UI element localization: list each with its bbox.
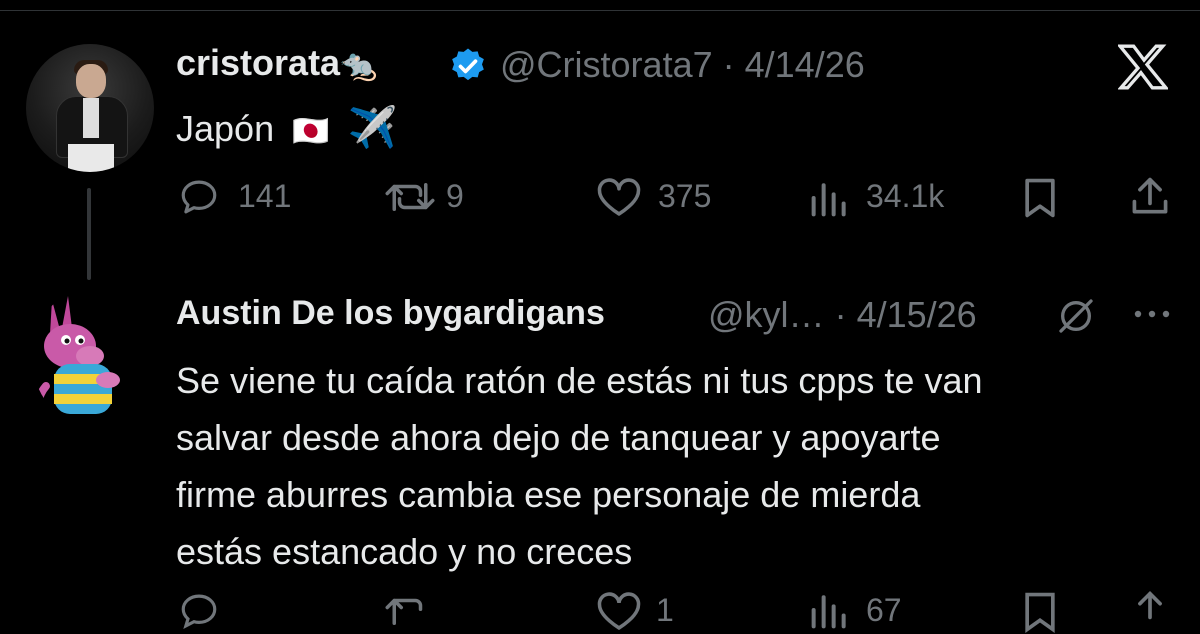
reply-text-line: firme aburres cambia ese personaje de mi… [176, 474, 921, 515]
share-icon[interactable] [1128, 588, 1172, 634]
views-icon[interactable] [808, 590, 852, 630]
share-icon[interactable] [1128, 174, 1172, 220]
thread-line [87, 188, 91, 280]
reply-text-line: estás estancado y no creces [176, 531, 633, 572]
reply-date[interactable]: 4/15/26 [857, 294, 977, 335]
flag-emoji: 🇯🇵 [292, 115, 330, 148]
views-count: 34.1k [866, 178, 945, 214]
reply-text: Se viene tu caída ratón de estás ni tus … [176, 352, 983, 580]
reply-text-line: Se viene tu caída ratón de estás ni tus … [176, 360, 983, 401]
reply-icon[interactable] [178, 590, 220, 632]
like-count: 375 [658, 178, 712, 214]
repost-count: 9 [446, 178, 464, 214]
reply-views-count: 67 [866, 592, 902, 628]
repost-icon[interactable] [382, 590, 438, 632]
reply-meta: @kyl… · 4/15/26 [708, 294, 977, 335]
tweet-text: Japón 🇯🇵 ✈️ [176, 106, 398, 150]
repost-icon[interactable] [382, 176, 438, 218]
reply-text-line: salvar desde ahora dejo de tanquear y ap… [176, 417, 941, 458]
reply-count: 141 [238, 178, 292, 214]
verified-badge-icon [448, 46, 488, 86]
like-icon[interactable] [596, 592, 642, 632]
x-logo-icon [1118, 44, 1168, 90]
bookmark-icon[interactable] [1018, 176, 1062, 220]
reply-like-count: 1 [656, 592, 674, 628]
reply-author-name[interactable]: Austin De los bygardigans [176, 294, 605, 333]
reply-icon[interactable] [178, 176, 220, 218]
author-avatar[interactable] [26, 44, 154, 172]
plane-emoji: ✈️ [347, 106, 398, 150]
like-icon[interactable] [596, 178, 642, 218]
reply-handle[interactable]: @kyl… [708, 294, 825, 335]
author-handle[interactable]: @Cristorata7 [500, 44, 713, 85]
reply-avatar[interactable] [32, 290, 144, 424]
name-emoji: 🐀 [340, 49, 378, 82]
more-icon[interactable] [1132, 306, 1172, 322]
author-meta: @Cristorata7 · 4/14/26 [500, 44, 865, 85]
grok-icon[interactable] [1056, 296, 1096, 336]
views-icon[interactable] [808, 178, 852, 218]
divider [0, 10, 1200, 11]
author-name[interactable]: cristorata🐀 [176, 42, 377, 84]
bookmark-icon[interactable] [1018, 590, 1062, 634]
tweet-date[interactable]: 4/14/26 [745, 44, 865, 85]
